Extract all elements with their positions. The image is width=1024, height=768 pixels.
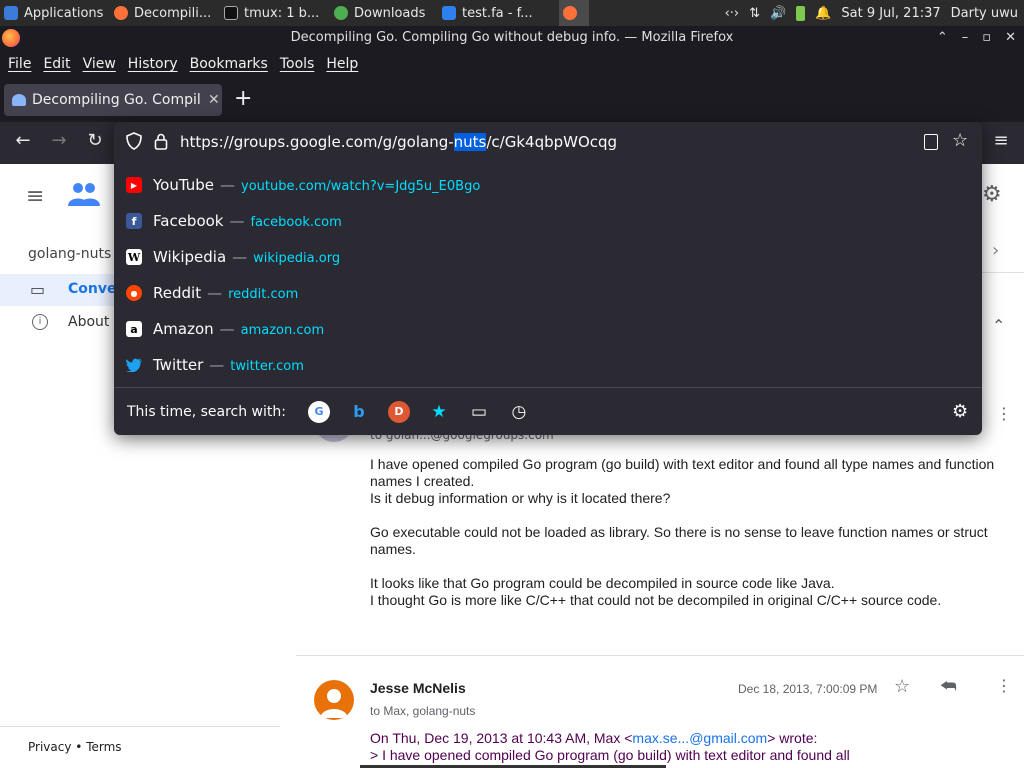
search-with-label: This time, search with: [127, 403, 286, 420]
wikipedia-favicon-icon: W [126, 249, 142, 265]
menu-file[interactable]: File [2, 56, 37, 72]
urlbar-dropdown: https://groups.google.com/g/golang-nuts/… [114, 122, 982, 435]
post-date: Dec 18, 2013, 7:00:09 PM [738, 682, 878, 696]
post-body: I have opened compiled Go program (go bu… [370, 456, 995, 608]
bookmark-star-icon[interactable]: ☆ [952, 130, 968, 151]
suggestion-wikipedia[interactable]: W Wikipedia — wikipedia.org [114, 239, 982, 275]
new-tab-button[interactable]: + [234, 86, 252, 111]
menu-edit[interactable]: Edit [37, 56, 76, 72]
forward-button[interactable]: → [46, 130, 72, 151]
facebook-favicon-icon: f [126, 213, 142, 229]
hamburger-menu-icon[interactable]: ≡ [26, 184, 44, 209]
suggestion-youtube[interactable]: ▶ YouTube — youtube.com/watch?v=Jdg5u_E0Bg… [114, 167, 982, 203]
terms-link[interactable]: Terms [86, 740, 121, 754]
reddit-favicon-icon: ● [126, 285, 142, 301]
url-input[interactable]: https://groups.google.com/g/golang-nuts/… [114, 122, 982, 162]
suggestion-reddit[interactable]: ● Reddit — reddit.com [114, 275, 982, 311]
one-off-search-bar: This time, search with: G b D ★ ▭ ◷ ⚙ [114, 387, 982, 435]
tabs-search-icon[interactable]: ▭ [468, 401, 490, 423]
info-icon: i [32, 314, 48, 330]
url-text: https://groups.google.com/g/golang-nuts/… [180, 133, 618, 151]
amazon-favicon-icon: a [126, 321, 142, 337]
suggestion-twitter[interactable]: Twitter — twitter.com [114, 347, 982, 383]
lock-icon[interactable] [154, 133, 168, 150]
search-settings-gear-icon[interactable]: ⚙ [952, 401, 968, 422]
vscode-icon [442, 6, 456, 20]
google-engine-icon[interactable]: G [307, 400, 330, 423]
group-name[interactable]: golang-nuts [28, 246, 111, 262]
menu-tools[interactable]: Tools [274, 56, 321, 72]
window-title: Decompiling Go. Compiling Go without deb… [290, 30, 734, 45]
privacy-link[interactable]: Privacy [28, 740, 71, 754]
suggestion-amazon[interactable]: a Amazon — amazon.com [114, 311, 982, 347]
close-button[interactable]: ✕ [1005, 26, 1016, 50]
menu-history[interactable]: History [122, 56, 184, 72]
twitter-favicon-icon [126, 357, 142, 373]
keep-above-icon[interactable]: ⌃ [937, 26, 948, 50]
google-groups-logo-icon[interactable] [68, 180, 100, 208]
battery-icon[interactable] [796, 5, 806, 21]
app-menu-button[interactable]: ≡ [988, 130, 1014, 151]
network-icon[interactable]: ‹·› [725, 6, 740, 21]
star-icon[interactable]: ☆ [894, 676, 910, 697]
reader-view-icon[interactable] [924, 134, 938, 150]
firefox-icon [563, 6, 577, 20]
maximize-button[interactable]: ▫ [982, 26, 991, 50]
taskbar-downloads-window[interactable]: Downloads [330, 0, 438, 26]
username[interactable]: Darty uwu [951, 6, 1018, 21]
menu-bookmarks[interactable]: Bookmarks [184, 56, 274, 72]
youtube-favicon-icon: ▶ [126, 177, 142, 193]
system-tray: ‹·› ⇅ 🔊 🔔 Sat 9 Jul, 21:37 Darty uwu [725, 0, 1024, 26]
email-link[interactable]: max.se...@gmail.com [632, 730, 767, 746]
firefox-icon [114, 6, 128, 20]
post-author: Jesse McNelis [370, 680, 466, 696]
taskbar-firefox-window[interactable]: Decompili... [110, 0, 220, 26]
clock[interactable]: Sat 9 Jul, 21:37 [841, 6, 940, 21]
taskbar-firefox-active[interactable] [559, 0, 589, 26]
suggestion-facebook[interactable]: f Facebook — facebook.com [114, 203, 982, 239]
transfer-icon[interactable]: ⇅ [749, 6, 760, 21]
conversations-icon: ▭ [30, 280, 46, 299]
bing-engine-icon[interactable]: b [348, 401, 370, 423]
quoted-text: On Thu, Dec 19, 2013 at 10:43 AM, Max <m… [370, 730, 850, 763]
minimize-button[interactable]: – [962, 26, 969, 50]
close-tab-icon[interactable]: ✕ [208, 92, 220, 108]
firefox-icon [2, 29, 20, 47]
tab-label: Decompiling Go. Compiling [32, 92, 202, 108]
menu-bar: File Edit View History Bookmarks Tools H… [0, 50, 1024, 78]
tab-bar: Decompiling Go. Compiling ✕ + [0, 78, 1024, 122]
more-options-icon[interactable]: ⋮ [996, 676, 1012, 695]
applications-menu[interactable]: Applications [0, 0, 110, 26]
taskbar-vscode-window[interactable]: test.fa - f... [438, 0, 553, 26]
bookmarks-search-icon[interactable]: ★ [428, 401, 450, 423]
download-icon [334, 6, 348, 20]
post-divider [296, 655, 1024, 656]
volume-icon[interactable]: 🔊 [770, 6, 786, 21]
notification-bell-icon[interactable]: 🔔 [815, 6, 831, 21]
tab-decompiling-go[interactable]: Decompiling Go. Compiling ✕ [4, 84, 222, 116]
xfce-icon [4, 6, 18, 20]
taskbar-terminal-window[interactable]: tmux: 1 b... [220, 0, 330, 26]
url-selection: nuts [453, 133, 487, 151]
terminal-icon [224, 6, 238, 20]
reply-all-icon[interactable]: ⮪ [940, 676, 957, 697]
history-search-icon[interactable]: ◷ [508, 401, 530, 423]
reload-button[interactable]: ↻ [82, 130, 108, 151]
post-recipients: to Max, golang-nuts [370, 704, 476, 718]
sidebar-footer: Privacy • Terms [0, 726, 280, 754]
back-button[interactable]: ← [10, 130, 36, 151]
avatar [314, 680, 354, 720]
duckduckgo-engine-icon[interactable]: D [387, 400, 410, 423]
more-options-icon[interactable]: ⋮ [996, 404, 1012, 423]
window-titlebar: Decompiling Go. Compiling Go without deb… [0, 26, 1024, 50]
menu-help[interactable]: Help [320, 56, 364, 72]
tracking-protection-shield-icon[interactable] [126, 132, 142, 150]
os-taskbar: Applications Decompili... tmux: 1 b... D… [0, 0, 1024, 26]
menu-view[interactable]: View [77, 56, 122, 72]
google-groups-favicon [12, 94, 26, 106]
